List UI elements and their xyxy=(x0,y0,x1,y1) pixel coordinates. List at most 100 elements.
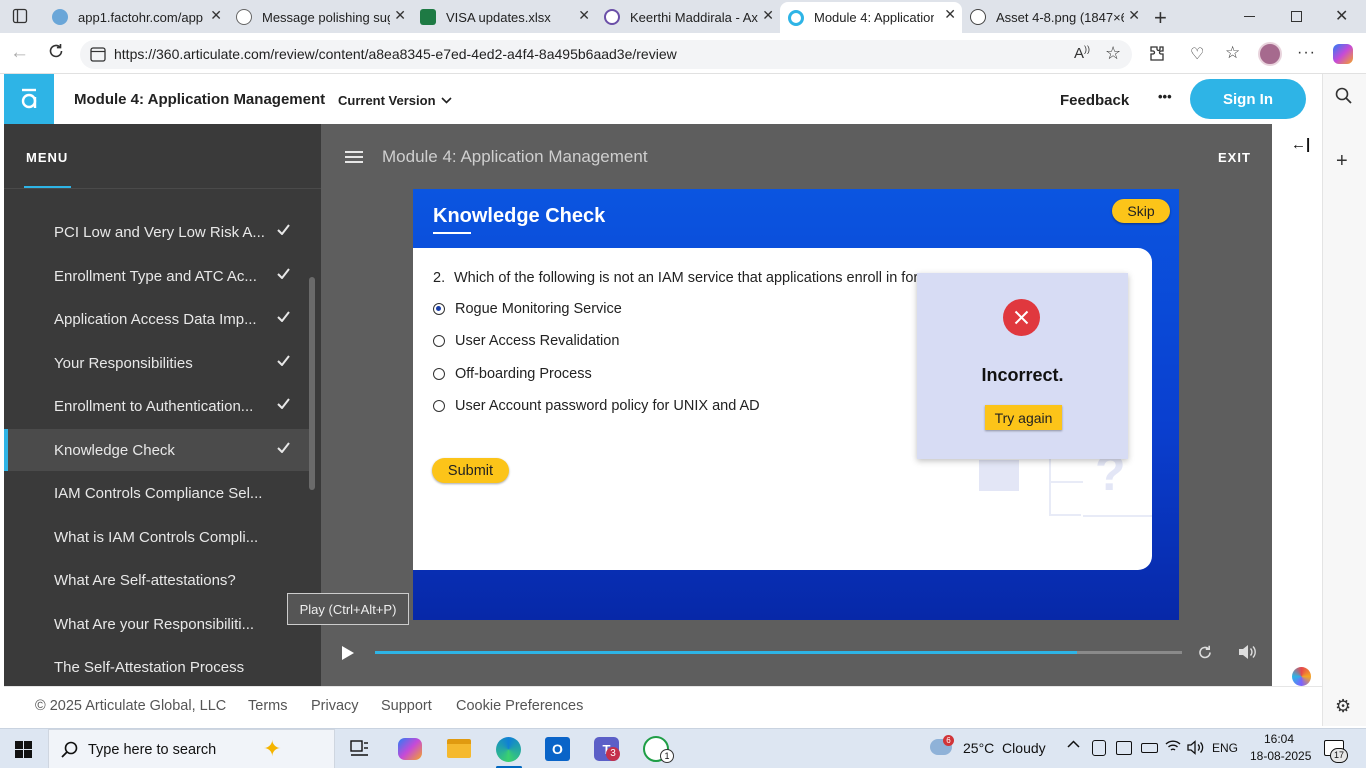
menu-item-label: What Are your Responsibiliti... xyxy=(54,615,255,633)
file-explorer-icon[interactable] xyxy=(447,739,471,758)
outlook-icon[interactable]: O xyxy=(545,737,570,761)
menu-item[interactable]: Application Access Data Imp... xyxy=(4,298,309,340)
sign-in-label: Sign In xyxy=(1223,90,1273,108)
browser-tab[interactable]: VISA updates.xlsx ✕ xyxy=(412,3,596,31)
restore-icon[interactable] xyxy=(1291,11,1302,22)
exit-button[interactable]: EXIT xyxy=(1218,150,1251,165)
collapse-sidebar-icon[interactable]: ←| xyxy=(1291,136,1310,153)
add-sidebar-app-icon[interactable]: + xyxy=(1336,150,1348,173)
seek-bar[interactable] xyxy=(375,651,1182,654)
menu-item[interactable]: The Self-Attestation Process xyxy=(4,646,309,686)
copilot-icon[interactable] xyxy=(1333,44,1353,64)
minimize-icon[interactable] xyxy=(1244,16,1255,17)
site-info-icon[interactable] xyxy=(90,47,106,62)
read-aloud-icon[interactable]: A)) xyxy=(1074,44,1090,62)
clock-time[interactable]: 16:04 xyxy=(1264,732,1294,746)
radio-unselected[interactable] xyxy=(433,335,445,347)
speaker-icon[interactable] xyxy=(1187,740,1204,755)
radio-unselected[interactable] xyxy=(433,368,445,380)
edge-taskbar-icon[interactable] xyxy=(496,737,521,762)
browser-tab[interactable]: Asset 4-8.png (1847×6 ✕ xyxy=(962,3,1146,31)
tray-app-icon[interactable] xyxy=(1092,740,1106,756)
play-button[interactable] xyxy=(341,645,355,661)
menu-item[interactable]: What Are your Responsibiliti... xyxy=(4,603,309,645)
refresh-icon[interactable] xyxy=(47,42,65,60)
menu-scrollbar-thumb[interactable] xyxy=(309,277,315,490)
windows-start-icon[interactable] xyxy=(15,741,32,758)
hamburger-menu-icon[interactable] xyxy=(345,151,363,163)
browser-menu-icon[interactable]: ··· xyxy=(1297,44,1316,62)
answer-option-rogue-monitoring[interactable]: Rogue Monitoring Service xyxy=(433,299,622,319)
radio-unselected[interactable] xyxy=(433,400,445,412)
feedback-title: Incorrect. xyxy=(981,365,1064,385)
extensions-icon[interactable] xyxy=(1147,44,1167,64)
answer-option-password-policy[interactable]: User Account password policy for UNIX an… xyxy=(433,396,760,416)
tab-close-icon[interactable]: ✕ xyxy=(1128,7,1140,24)
try-again-button[interactable]: Try again xyxy=(985,405,1062,430)
option-label: Rogue Monitoring Service xyxy=(455,301,622,317)
wifi-icon[interactable] xyxy=(1165,739,1181,753)
browser-tab-active[interactable]: Module 4: Application ✕ xyxy=(780,2,962,33)
address-bar[interactable]: https://360.articulate.com/review/conten… xyxy=(80,40,1132,69)
skip-button[interactable]: Skip xyxy=(1112,199,1170,223)
new-tab-icon[interactable]: + xyxy=(1154,5,1167,31)
teams-badge: 3 xyxy=(606,747,620,761)
tab-close-icon[interactable]: ✕ xyxy=(210,7,222,24)
url-text[interactable]: https://360.articulate.com/review/conten… xyxy=(114,46,677,62)
articulate-logo[interactable] xyxy=(4,74,54,124)
browser-tab[interactable]: Message polishing sug ✕ xyxy=(228,3,412,31)
language-indicator[interactable]: ENG xyxy=(1212,741,1238,755)
battery-icon[interactable] xyxy=(1141,743,1158,753)
back-icon[interactable]: ← xyxy=(10,42,29,64)
menu-item[interactable]: What Are Self-attestations? xyxy=(4,559,309,601)
answer-option-offboarding[interactable]: Off-boarding Process xyxy=(433,364,592,384)
answer-option-user-access-revalidation[interactable]: User Access Revalidation xyxy=(433,331,619,351)
radio-selected[interactable] xyxy=(433,303,445,315)
incorrect-x-icon xyxy=(1003,299,1040,336)
search-icon xyxy=(61,741,78,758)
menu-item-label: Knowledge Check xyxy=(54,441,175,459)
close-window-icon[interactable]: ✕ xyxy=(1335,6,1348,26)
footer-link-terms[interactable]: Terms xyxy=(248,698,287,714)
checkmark-icon xyxy=(277,311,290,322)
menu-item[interactable]: Enrollment Type and ATC Ac... xyxy=(4,255,309,297)
tab-close-icon[interactable]: ✕ xyxy=(394,7,406,24)
menu-item-label: What Are Self-attestations? xyxy=(54,571,236,589)
feedback-button[interactable]: Feedback xyxy=(1060,92,1129,109)
search-icon[interactable] xyxy=(1335,87,1352,104)
browser-tab[interactable]: app1.factohr.com/app ✕ xyxy=(44,3,228,31)
menu-item[interactable]: Enrollment to Authentication... xyxy=(4,385,309,427)
tray-display-icon[interactable] xyxy=(1116,741,1132,755)
copilot-taskbar-icon[interactable] xyxy=(398,738,422,760)
collections-icon[interactable]: ☆ xyxy=(1225,43,1240,63)
footer-link-support[interactable]: Support xyxy=(381,698,432,714)
tab-actions-icon[interactable] xyxy=(12,8,28,24)
menu-item[interactable]: What is IAM Controls Compli... xyxy=(4,516,309,558)
replay-icon[interactable] xyxy=(1197,644,1213,660)
taskbar-search-box[interactable]: Type here to search ✦ xyxy=(48,729,335,768)
tab-close-icon[interactable]: ✕ xyxy=(578,7,590,24)
volume-icon[interactable] xyxy=(1238,644,1256,660)
menu-item[interactable]: Your Responsibilities xyxy=(4,342,309,384)
menu-item-selected[interactable]: Knowledge Check xyxy=(4,429,309,471)
menu-item[interactable]: PCI Low and Very Low Risk A... xyxy=(4,211,309,253)
settings-gear-icon[interactable]: ⚙ xyxy=(1335,696,1351,717)
footer-link-privacy[interactable]: Privacy xyxy=(311,698,359,714)
weather-text[interactable]: 25°C Cloudy xyxy=(963,740,1046,756)
version-dropdown[interactable]: Current Version xyxy=(338,93,452,108)
sign-in-button[interactable]: Sign In xyxy=(1190,79,1306,119)
show-hidden-icons-icon[interactable] xyxy=(1067,740,1080,748)
browser-essentials-icon[interactable]: ♡ xyxy=(1190,44,1204,64)
favorite-star-icon[interactable]: ☆ xyxy=(1105,43,1121,64)
browser-tab[interactable]: Keerthi Maddirala - Ax ✕ xyxy=(596,3,780,31)
color-wheel-icon[interactable] xyxy=(1292,667,1311,686)
more-options-icon[interactable]: ••• xyxy=(1158,89,1172,104)
profile-avatar[interactable] xyxy=(1258,42,1282,66)
tab-close-icon[interactable]: ✕ xyxy=(944,6,956,23)
clock-date[interactable]: 18-08-2025 xyxy=(1250,749,1311,763)
menu-item[interactable]: IAM Controls Compliance Sel... xyxy=(4,472,309,514)
tab-close-icon[interactable]: ✕ xyxy=(762,7,774,24)
task-view-icon[interactable] xyxy=(350,740,369,757)
submit-button[interactable]: Submit xyxy=(432,458,509,483)
footer-link-cookie-preferences[interactable]: Cookie Preferences xyxy=(456,698,583,714)
